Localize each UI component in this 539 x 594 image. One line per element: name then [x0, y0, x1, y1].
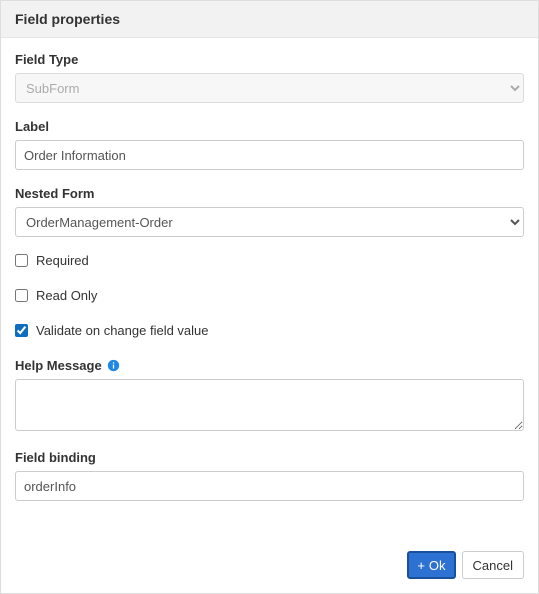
dialog-header: Field properties [1, 1, 538, 38]
validate-label[interactable]: Validate on change field value [36, 323, 209, 338]
ok-button[interactable]: + Ok [407, 551, 455, 579]
info-icon[interactable] [107, 359, 120, 372]
field-type-label: Field Type [15, 52, 524, 67]
help-message-label-text: Help Message [15, 358, 102, 373]
dialog-footer: + Ok Cancel [1, 541, 538, 593]
label-label: Label [15, 119, 524, 134]
field-binding-input[interactable] [15, 471, 524, 501]
readonly-label[interactable]: Read Only [36, 288, 97, 303]
field-type-group: Field Type SubForm [15, 52, 524, 103]
cancel-button-label: Cancel [473, 558, 513, 573]
label-input[interactable] [15, 140, 524, 170]
nested-form-label: Nested Form [15, 186, 524, 201]
dialog-title: Field properties [15, 11, 524, 27]
required-label[interactable]: Required [36, 253, 89, 268]
nested-form-select[interactable]: OrderManagement-Order [15, 207, 524, 237]
help-message-textarea[interactable] [15, 379, 524, 431]
cancel-button[interactable]: Cancel [462, 551, 524, 579]
field-binding-label: Field binding [15, 450, 524, 465]
dialog-body: Field Type SubForm Label Nested Form Ord… [1, 38, 538, 513]
field-binding-group: Field binding [15, 450, 524, 501]
nested-form-group: Nested Form OrderManagement-Order [15, 186, 524, 237]
required-row: Required [15, 253, 524, 268]
help-message-label: Help Message [15, 358, 524, 373]
readonly-row: Read Only [15, 288, 524, 303]
ok-button-label: Ok [429, 558, 446, 573]
validate-checkbox[interactable] [15, 324, 28, 337]
help-message-group: Help Message [15, 358, 524, 434]
required-checkbox[interactable] [15, 254, 28, 267]
label-group: Label [15, 119, 524, 170]
plus-icon: + [417, 559, 425, 572]
field-type-select: SubForm [15, 73, 524, 103]
validate-row: Validate on change field value [15, 323, 524, 338]
field-properties-dialog: Field properties Field Type SubForm Labe… [0, 0, 539, 594]
readonly-checkbox[interactable] [15, 289, 28, 302]
